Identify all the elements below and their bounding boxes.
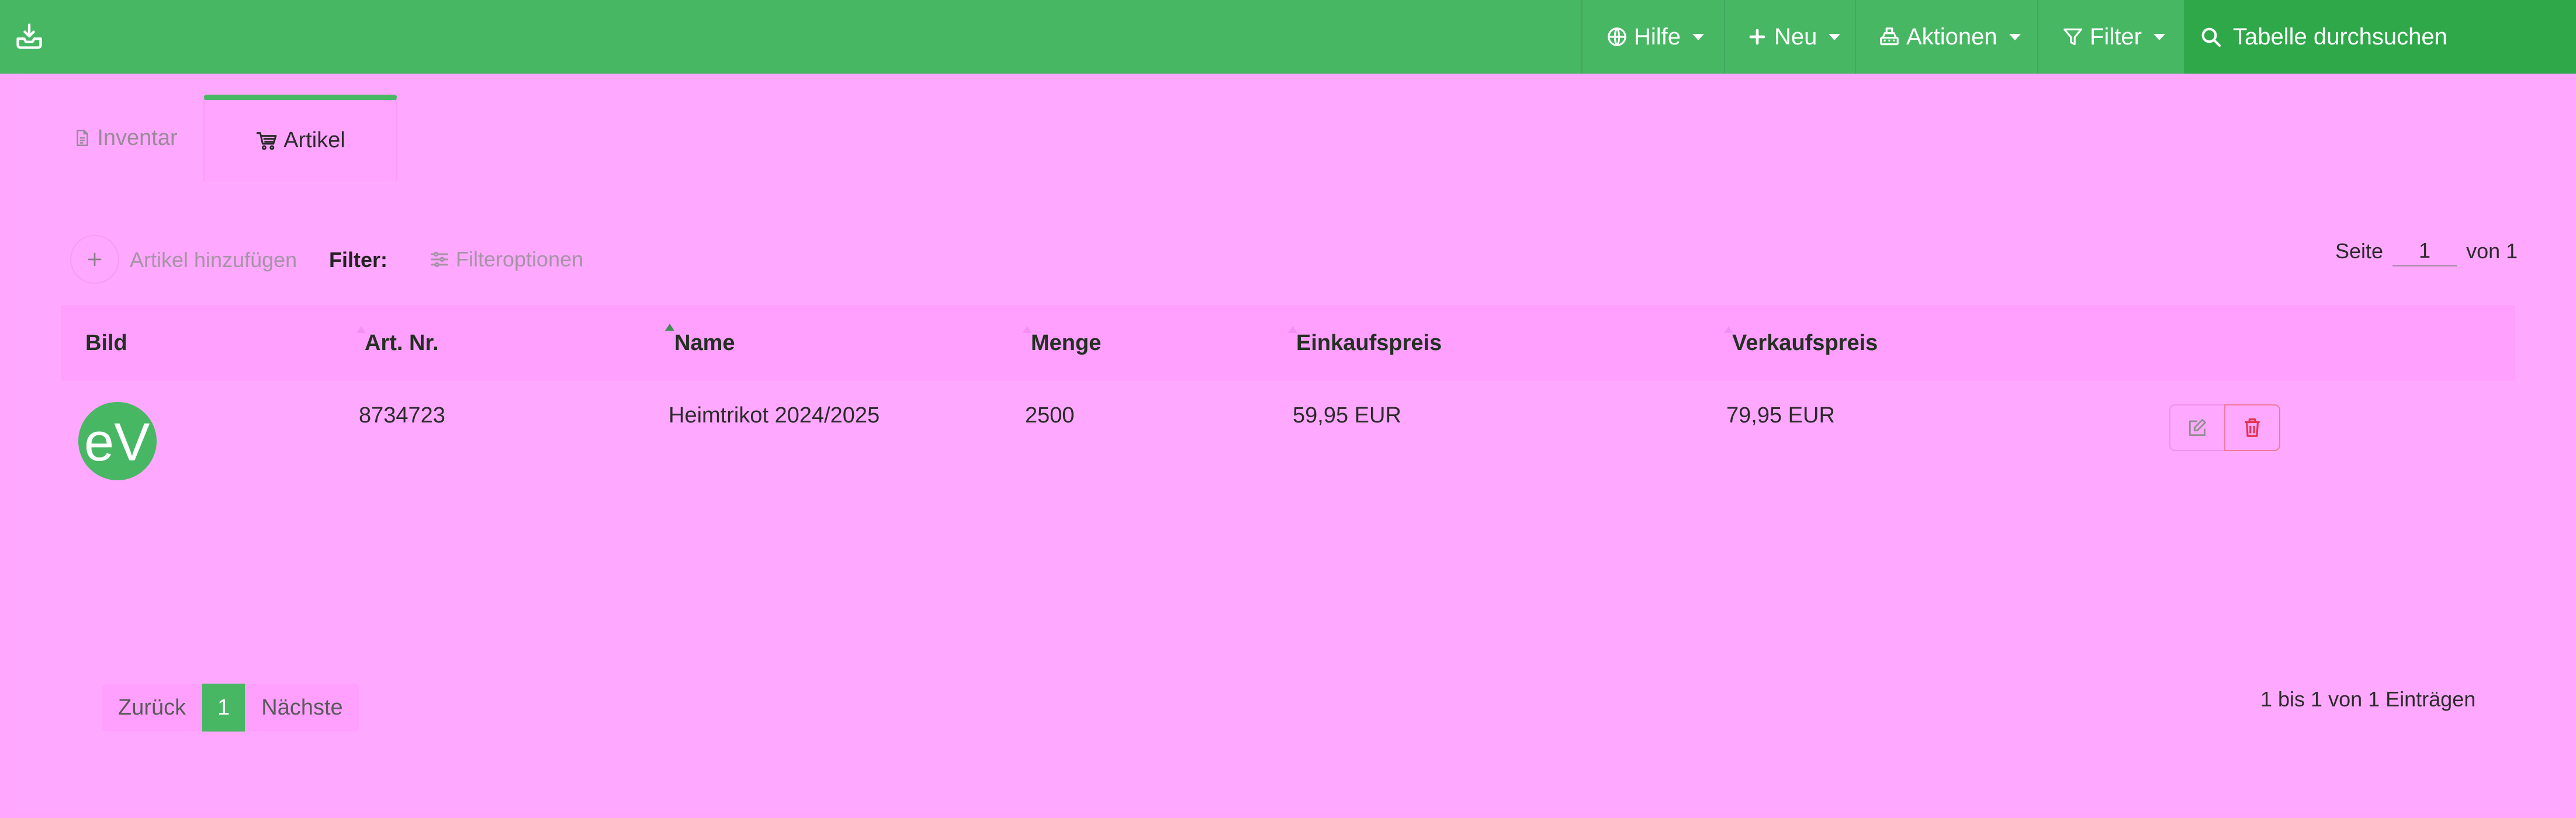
cart-icon	[257, 131, 277, 150]
page-of-label: von 1	[2466, 239, 2518, 263]
chevron-down-icon	[1692, 33, 1705, 40]
nav-neu[interactable]: Neu	[1724, 0, 1855, 74]
column-header-einkaufspreis[interactable]: Einkaufspreis	[1296, 305, 1442, 381]
delete-button[interactable]	[2224, 404, 2280, 451]
add-article-label[interactable]: Artikel hinzufügen	[130, 248, 297, 272]
nav-neu-label: Neu	[1774, 23, 1817, 50]
ev-logo-icon: eV	[78, 402, 157, 480]
nav-filter-label: Filter	[2090, 23, 2142, 50]
trash-icon	[2245, 418, 2260, 437]
search-icon	[2201, 27, 2221, 47]
column-header-label: Menge	[1031, 330, 1102, 355]
tab-inventar-label: Inventar	[97, 125, 178, 150]
document-icon	[77, 129, 89, 147]
edit-icon	[2189, 419, 2206, 436]
plus-icon	[1749, 29, 1765, 45]
column-header-label: Art. Nr.	[365, 330, 439, 355]
nav-filter[interactable]: Filter	[2037, 0, 2184, 74]
globe-icon	[1608, 27, 1626, 46]
row-actions	[2169, 404, 2280, 451]
column-header-label: Name	[674, 330, 735, 355]
funnel-icon	[2063, 28, 2082, 46]
table-header: Bild Art. Nr. Name Menge Einkaufspreis V…	[61, 305, 2515, 381]
filter-options-label: Filteroptionen	[456, 247, 584, 271]
cell-einkaufspreis: 59,95 EUR	[1293, 403, 1401, 428]
cell-name: Heimtrikot 2024/2025	[669, 403, 880, 428]
plus-icon	[88, 252, 102, 266]
tab-artikel-label: Artikel	[283, 128, 345, 152]
sliders-icon	[431, 251, 448, 268]
entries-info: 1 bis 1 von 1 Einträgen	[2260, 687, 2476, 711]
edit-button[interactable]	[2169, 404, 2225, 451]
column-header-art-nr[interactable]: Art. Nr.	[365, 305, 439, 381]
column-header-name[interactable]: Name	[674, 305, 735, 381]
inventory-download-icon[interactable]	[14, 21, 44, 51]
article-image: eV	[78, 402, 157, 480]
ev-logo-text: eV	[84, 413, 150, 472]
column-header-bild[interactable]: Bild	[85, 305, 127, 381]
cell-art-nr: 8734723	[359, 403, 445, 428]
main-panel: Inventar Artikel Artikel hinzufügen Filt…	[15, 76, 2561, 813]
nav-aktionen[interactable]: Aktionen	[1855, 0, 2037, 74]
page-number-input[interactable]	[2393, 236, 2457, 266]
next-page-button[interactable]: Nächste	[245, 684, 359, 732]
current-page-button[interactable]: 1	[202, 684, 245, 732]
tab-artikel[interactable]: Artikel	[203, 95, 397, 181]
add-article-button[interactable]	[70, 235, 119, 284]
nav-hilfe-label: Hilfe	[1634, 23, 1681, 50]
cell-verkaufspreis: 79,95 EUR	[1726, 403, 1835, 428]
column-header-label: Verkaufspreis	[1732, 330, 1878, 355]
filter-label: Filter:	[329, 248, 388, 272]
prev-page-button[interactable]: Zurück	[102, 684, 202, 732]
pagination: Zurück 1 Nächste	[102, 684, 359, 732]
filter-options-button[interactable]: Filteroptionen	[421, 235, 591, 284]
nav-hilfe[interactable]: Hilfe	[1581, 0, 1724, 74]
cell-menge: 2500	[1025, 403, 1075, 428]
search-input[interactable]	[2233, 23, 2560, 50]
page-selector: Seite von 1	[2335, 236, 2518, 266]
tab-inventar[interactable]: Inventar	[44, 95, 206, 181]
column-header-label: Einkaufspreis	[1296, 330, 1442, 355]
top-navbar: Hilfe Neu Aktionen Filter	[0, 0, 2576, 74]
table-search	[2184, 0, 2576, 74]
nav-aktionen-label: Aktionen	[1906, 23, 1997, 50]
chevron-down-icon	[2153, 33, 2165, 40]
cash-register-icon	[1880, 27, 1899, 46]
chevron-down-icon	[1829, 33, 1841, 40]
column-header-verkaufspreis[interactable]: Verkaufspreis	[1732, 305, 1878, 381]
column-header-label: Bild	[85, 330, 127, 355]
page-label: Seite	[2335, 239, 2384, 263]
sort-ascending-icon	[665, 324, 674, 331]
column-header-menge[interactable]: Menge	[1031, 305, 1101, 381]
chevron-down-icon	[2009, 33, 2021, 40]
